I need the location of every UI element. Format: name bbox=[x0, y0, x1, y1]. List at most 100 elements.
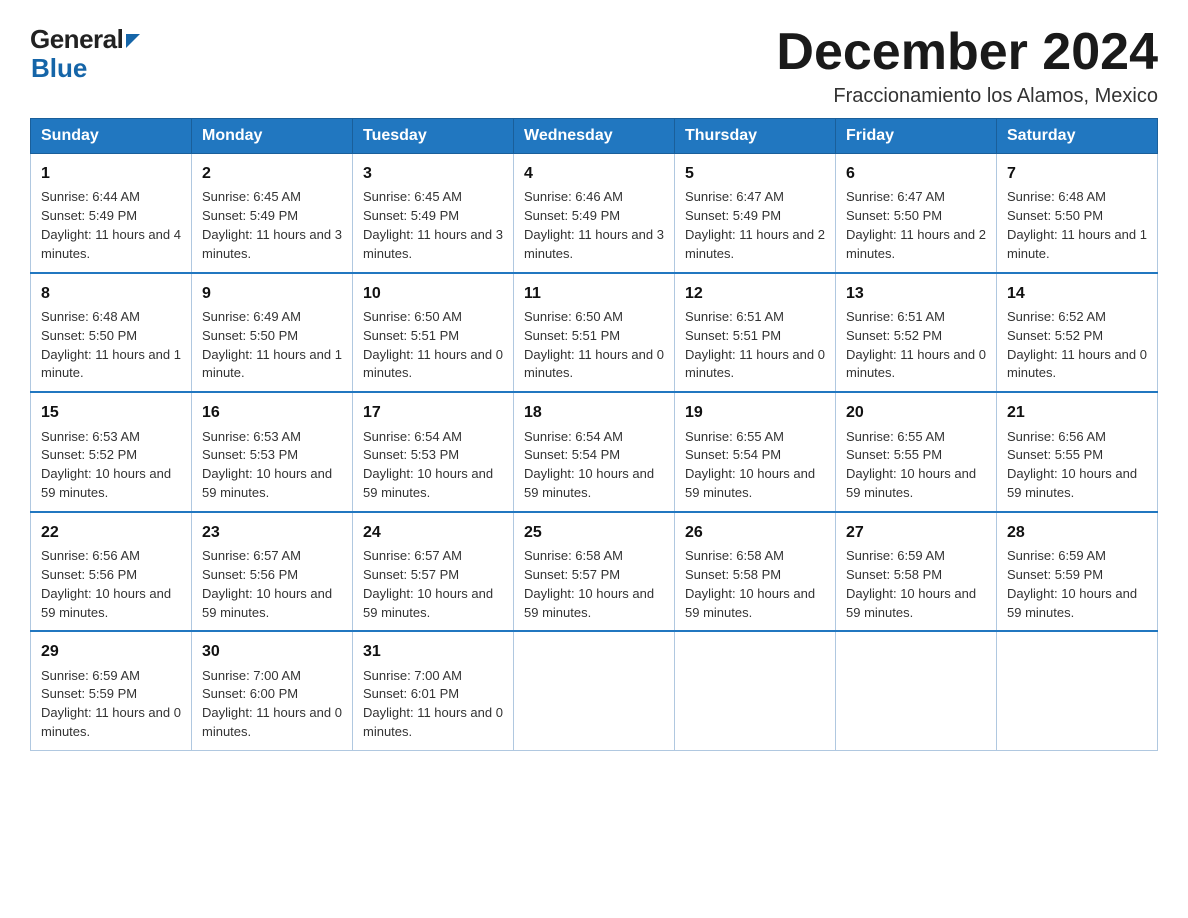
day-number: 31 bbox=[363, 640, 503, 663]
day-info: Sunrise: 6:54 AMSunset: 5:54 PMDaylight:… bbox=[524, 429, 654, 501]
day-info: Sunrise: 6:45 AMSunset: 5:49 PMDaylight:… bbox=[363, 189, 503, 261]
day-number: 3 bbox=[363, 162, 503, 185]
day-info: Sunrise: 6:54 AMSunset: 5:53 PMDaylight:… bbox=[363, 429, 493, 501]
calendar-cell: 1 Sunrise: 6:44 AMSunset: 5:49 PMDaylight… bbox=[31, 154, 192, 273]
logo-triangle-icon bbox=[126, 34, 140, 48]
calendar-cell: 7 Sunrise: 6:48 AMSunset: 5:50 PMDaylight… bbox=[997, 154, 1158, 273]
calendar-cell: 6Sunrise: 6:47 AMSunset: 5:50 PMDaylight… bbox=[836, 154, 997, 273]
calendar-cell: 27 Sunrise: 6:59 AMSunset: 5:58 PMDayligh… bbox=[836, 512, 997, 632]
calendar-cell: 22Sunrise: 6:56 AMSunset: 5:56 PMDayligh… bbox=[31, 512, 192, 632]
header-saturday: Saturday bbox=[997, 119, 1158, 154]
day-number: 2 bbox=[202, 162, 342, 185]
calendar-cell: 3 Sunrise: 6:45 AMSunset: 5:49 PMDaylight… bbox=[353, 154, 514, 273]
calendar-cell: 9 Sunrise: 6:49 AMSunset: 5:50 PMDaylight… bbox=[192, 273, 353, 393]
day-number: 25 bbox=[524, 521, 664, 544]
page-header: General Blue December 2024 Fraccionamien… bbox=[30, 24, 1158, 108]
calendar-cell bbox=[514, 631, 675, 750]
calendar-cell: 16 Sunrise: 6:53 AMSunset: 5:53 PMDayligh… bbox=[192, 392, 353, 512]
day-number: 24 bbox=[363, 521, 503, 544]
day-info: Sunrise: 6:50 AMSunset: 5:51 PMDaylight:… bbox=[363, 309, 503, 381]
day-info: Sunrise: 6:47 AMSunset: 5:49 PMDaylight:… bbox=[685, 189, 825, 261]
day-info: Sunrise: 6:48 AMSunset: 5:50 PMDaylight:… bbox=[1007, 189, 1147, 261]
day-number: 17 bbox=[363, 401, 503, 424]
day-number: 21 bbox=[1007, 401, 1147, 424]
day-number: 26 bbox=[685, 521, 825, 544]
calendar-cell: 5Sunrise: 6:47 AMSunset: 5:49 PMDaylight… bbox=[675, 154, 836, 273]
calendar-cell: 20 Sunrise: 6:55 AMSunset: 5:55 PMDayligh… bbox=[836, 392, 997, 512]
day-number: 13 bbox=[846, 282, 986, 305]
calendar-cell: 25 Sunrise: 6:58 AMSunset: 5:57 PMDayligh… bbox=[514, 512, 675, 632]
calendar-cell bbox=[836, 631, 997, 750]
day-number: 14 bbox=[1007, 282, 1147, 305]
day-info: Sunrise: 6:53 AMSunset: 5:52 PMDaylight:… bbox=[41, 429, 171, 501]
calendar-cell bbox=[675, 631, 836, 750]
calendar-cell: 2 Sunrise: 6:45 AMSunset: 5:49 PMDaylight… bbox=[192, 154, 353, 273]
day-info: Sunrise: 6:46 AMSunset: 5:49 PMDaylight:… bbox=[524, 189, 664, 261]
day-number: 10 bbox=[363, 282, 503, 305]
calendar-cell: 17 Sunrise: 6:54 AMSunset: 5:53 PMDayligh… bbox=[353, 392, 514, 512]
day-number: 27 bbox=[846, 521, 986, 544]
day-info: Sunrise: 6:59 AMSunset: 5:59 PMDaylight:… bbox=[41, 668, 181, 740]
title-block: December 2024 Fraccionamiento los Alamos… bbox=[776, 24, 1158, 108]
day-info: Sunrise: 6:58 AMSunset: 5:57 PMDaylight:… bbox=[524, 548, 654, 620]
calendar-cell: 13 Sunrise: 6:51 AMSunset: 5:52 PMDayligh… bbox=[836, 273, 997, 393]
day-number: 1 bbox=[41, 162, 181, 185]
logo: General Blue bbox=[30, 24, 140, 84]
calendar-table: Sunday Monday Tuesday Wednesday Thursday… bbox=[30, 118, 1158, 751]
day-info: Sunrise: 6:59 AMSunset: 5:59 PMDaylight:… bbox=[1007, 548, 1137, 620]
day-number: 23 bbox=[202, 521, 342, 544]
day-info: Sunrise: 6:55 AMSunset: 5:55 PMDaylight:… bbox=[846, 429, 976, 501]
day-info: Sunrise: 6:59 AMSunset: 5:58 PMDaylight:… bbox=[846, 548, 976, 620]
calendar-cell: 11 Sunrise: 6:50 AMSunset: 5:51 PMDayligh… bbox=[514, 273, 675, 393]
day-number: 20 bbox=[846, 401, 986, 424]
calendar-cell: 18 Sunrise: 6:54 AMSunset: 5:54 PMDayligh… bbox=[514, 392, 675, 512]
day-info: Sunrise: 6:45 AMSunset: 5:49 PMDaylight:… bbox=[202, 189, 342, 261]
calendar-cell: 28Sunrise: 6:59 AMSunset: 5:59 PMDayligh… bbox=[997, 512, 1158, 632]
day-number: 11 bbox=[524, 282, 664, 305]
calendar-cell: 29 Sunrise: 6:59 AMSunset: 5:59 PMDayligh… bbox=[31, 631, 192, 750]
day-number: 29 bbox=[41, 640, 181, 663]
calendar-cell: 26 Sunrise: 6:58 AMSunset: 5:58 PMDayligh… bbox=[675, 512, 836, 632]
day-info: Sunrise: 6:56 AMSunset: 5:55 PMDaylight:… bbox=[1007, 429, 1137, 501]
header-wednesday: Wednesday bbox=[514, 119, 675, 154]
calendar-cell: 10 Sunrise: 6:50 AMSunset: 5:51 PMDayligh… bbox=[353, 273, 514, 393]
header-tuesday: Tuesday bbox=[353, 119, 514, 154]
location-subtitle: Fraccionamiento los Alamos, Mexico bbox=[776, 85, 1158, 108]
calendar-cell: 4 Sunrise: 6:46 AMSunset: 5:49 PMDaylight… bbox=[514, 154, 675, 273]
calendar-header-row: Sunday Monday Tuesday Wednesday Thursday… bbox=[31, 119, 1158, 154]
day-number: 7 bbox=[1007, 162, 1147, 185]
day-info: Sunrise: 6:44 AMSunset: 5:49 PMDaylight:… bbox=[41, 189, 181, 261]
day-info: Sunrise: 6:52 AMSunset: 5:52 PMDaylight:… bbox=[1007, 309, 1147, 381]
day-info: Sunrise: 6:57 AMSunset: 5:56 PMDaylight:… bbox=[202, 548, 332, 620]
day-info: Sunrise: 6:51 AMSunset: 5:51 PMDaylight:… bbox=[685, 309, 825, 381]
day-number: 12 bbox=[685, 282, 825, 305]
day-number: 16 bbox=[202, 401, 342, 424]
header-thursday: Thursday bbox=[675, 119, 836, 154]
logo-general-text: General bbox=[30, 24, 123, 55]
day-number: 8 bbox=[41, 282, 181, 305]
day-info: Sunrise: 6:51 AMSunset: 5:52 PMDaylight:… bbox=[846, 309, 986, 381]
calendar-cell: 12 Sunrise: 6:51 AMSunset: 5:51 PMDayligh… bbox=[675, 273, 836, 393]
calendar-cell: 15 Sunrise: 6:53 AMSunset: 5:52 PMDayligh… bbox=[31, 392, 192, 512]
day-info: Sunrise: 6:57 AMSunset: 5:57 PMDaylight:… bbox=[363, 548, 493, 620]
day-info: Sunrise: 6:58 AMSunset: 5:58 PMDaylight:… bbox=[685, 548, 815, 620]
calendar-cell: 8 Sunrise: 6:48 AMSunset: 5:50 PMDaylight… bbox=[31, 273, 192, 393]
day-number: 4 bbox=[524, 162, 664, 185]
logo-blue-text: Blue bbox=[31, 53, 87, 84]
month-year-title: December 2024 bbox=[776, 24, 1158, 81]
day-info: Sunrise: 6:53 AMSunset: 5:53 PMDaylight:… bbox=[202, 429, 332, 501]
header-sunday: Sunday bbox=[31, 119, 192, 154]
day-number: 15 bbox=[41, 401, 181, 424]
day-number: 6 bbox=[846, 162, 986, 185]
calendar-cell: 23 Sunrise: 6:57 AMSunset: 5:56 PMDayligh… bbox=[192, 512, 353, 632]
header-monday: Monday bbox=[192, 119, 353, 154]
day-number: 30 bbox=[202, 640, 342, 663]
calendar-cell: 30Sunrise: 7:00 AMSunset: 6:00 PMDayligh… bbox=[192, 631, 353, 750]
day-number: 9 bbox=[202, 282, 342, 305]
day-number: 18 bbox=[524, 401, 664, 424]
calendar-cell: 21 Sunrise: 6:56 AMSunset: 5:55 PMDayligh… bbox=[997, 392, 1158, 512]
day-info: Sunrise: 6:50 AMSunset: 5:51 PMDaylight:… bbox=[524, 309, 664, 381]
header-friday: Friday bbox=[836, 119, 997, 154]
day-info: Sunrise: 6:48 AMSunset: 5:50 PMDaylight:… bbox=[41, 309, 181, 381]
day-info: Sunrise: 6:49 AMSunset: 5:50 PMDaylight:… bbox=[202, 309, 342, 381]
